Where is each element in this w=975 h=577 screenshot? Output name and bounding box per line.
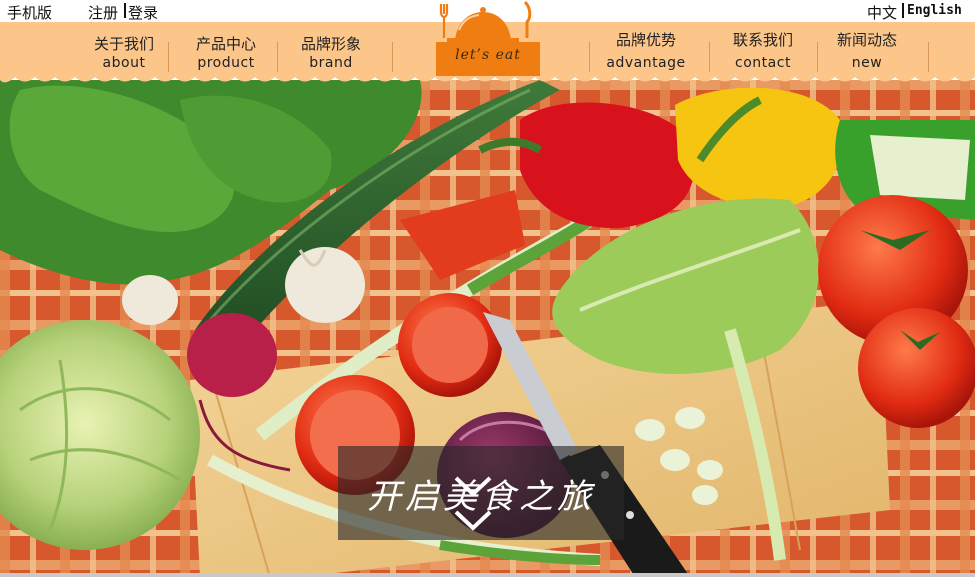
double-chevron-down-icon[interactable] bbox=[448, 472, 498, 542]
mobile-version-link[interactable]: 手机版 bbox=[7, 2, 52, 23]
nav-item-label-en: brand bbox=[309, 55, 353, 71]
language-english-link[interactable]: English bbox=[907, 3, 962, 18]
nav-divider bbox=[392, 42, 393, 72]
nav-item-news[interactable]: 新闻动态 new bbox=[817, 30, 917, 72]
nav-item-label-en: product bbox=[197, 55, 255, 71]
separator bbox=[902, 3, 904, 18]
site-logo[interactable]: let’s eat bbox=[433, 0, 543, 80]
nav-divider bbox=[928, 42, 929, 72]
nav-item-label-cn: 品牌优势 bbox=[615, 31, 676, 49]
nav-item-advantage[interactable]: 品牌优势 advantage bbox=[596, 30, 696, 72]
nav-item-label-cn: 新闻动态 bbox=[836, 31, 897, 49]
nav-item-brand[interactable]: 品牌形象 brand bbox=[281, 34, 381, 72]
nav-item-product[interactable]: 产品中心 product bbox=[176, 34, 276, 72]
nav-divider bbox=[277, 42, 278, 72]
nav-item-label-en: advantage bbox=[606, 55, 686, 71]
nav-item-label-cn: 关于我们 bbox=[93, 35, 154, 53]
nav-item-label-en: about bbox=[102, 55, 146, 71]
logo-cloche-icon bbox=[436, 0, 540, 76]
nav-divider bbox=[168, 42, 169, 72]
nav-item-contact[interactable]: 联系我们 contact bbox=[713, 30, 813, 72]
nav-item-label-cn: 品牌形象 bbox=[300, 35, 361, 53]
nav-item-about[interactable]: 关于我们 about bbox=[74, 34, 174, 72]
nav-item-label-cn: 联系我们 bbox=[732, 31, 793, 49]
language-chinese-link[interactable]: 中文 bbox=[867, 2, 897, 23]
login-link[interactable]: 登录 bbox=[128, 2, 158, 23]
register-link[interactable]: 注册 bbox=[88, 2, 118, 23]
nav-item-label-cn: 产品中心 bbox=[195, 35, 256, 53]
nav-divider bbox=[589, 42, 590, 72]
page-bottom-border bbox=[0, 573, 975, 577]
logo-text: let’s eat bbox=[455, 47, 521, 63]
nav-item-label-en: new bbox=[851, 55, 883, 71]
nav-item-label-en: contact bbox=[735, 55, 791, 71]
nav-divider bbox=[709, 42, 710, 72]
separator bbox=[124, 3, 126, 18]
